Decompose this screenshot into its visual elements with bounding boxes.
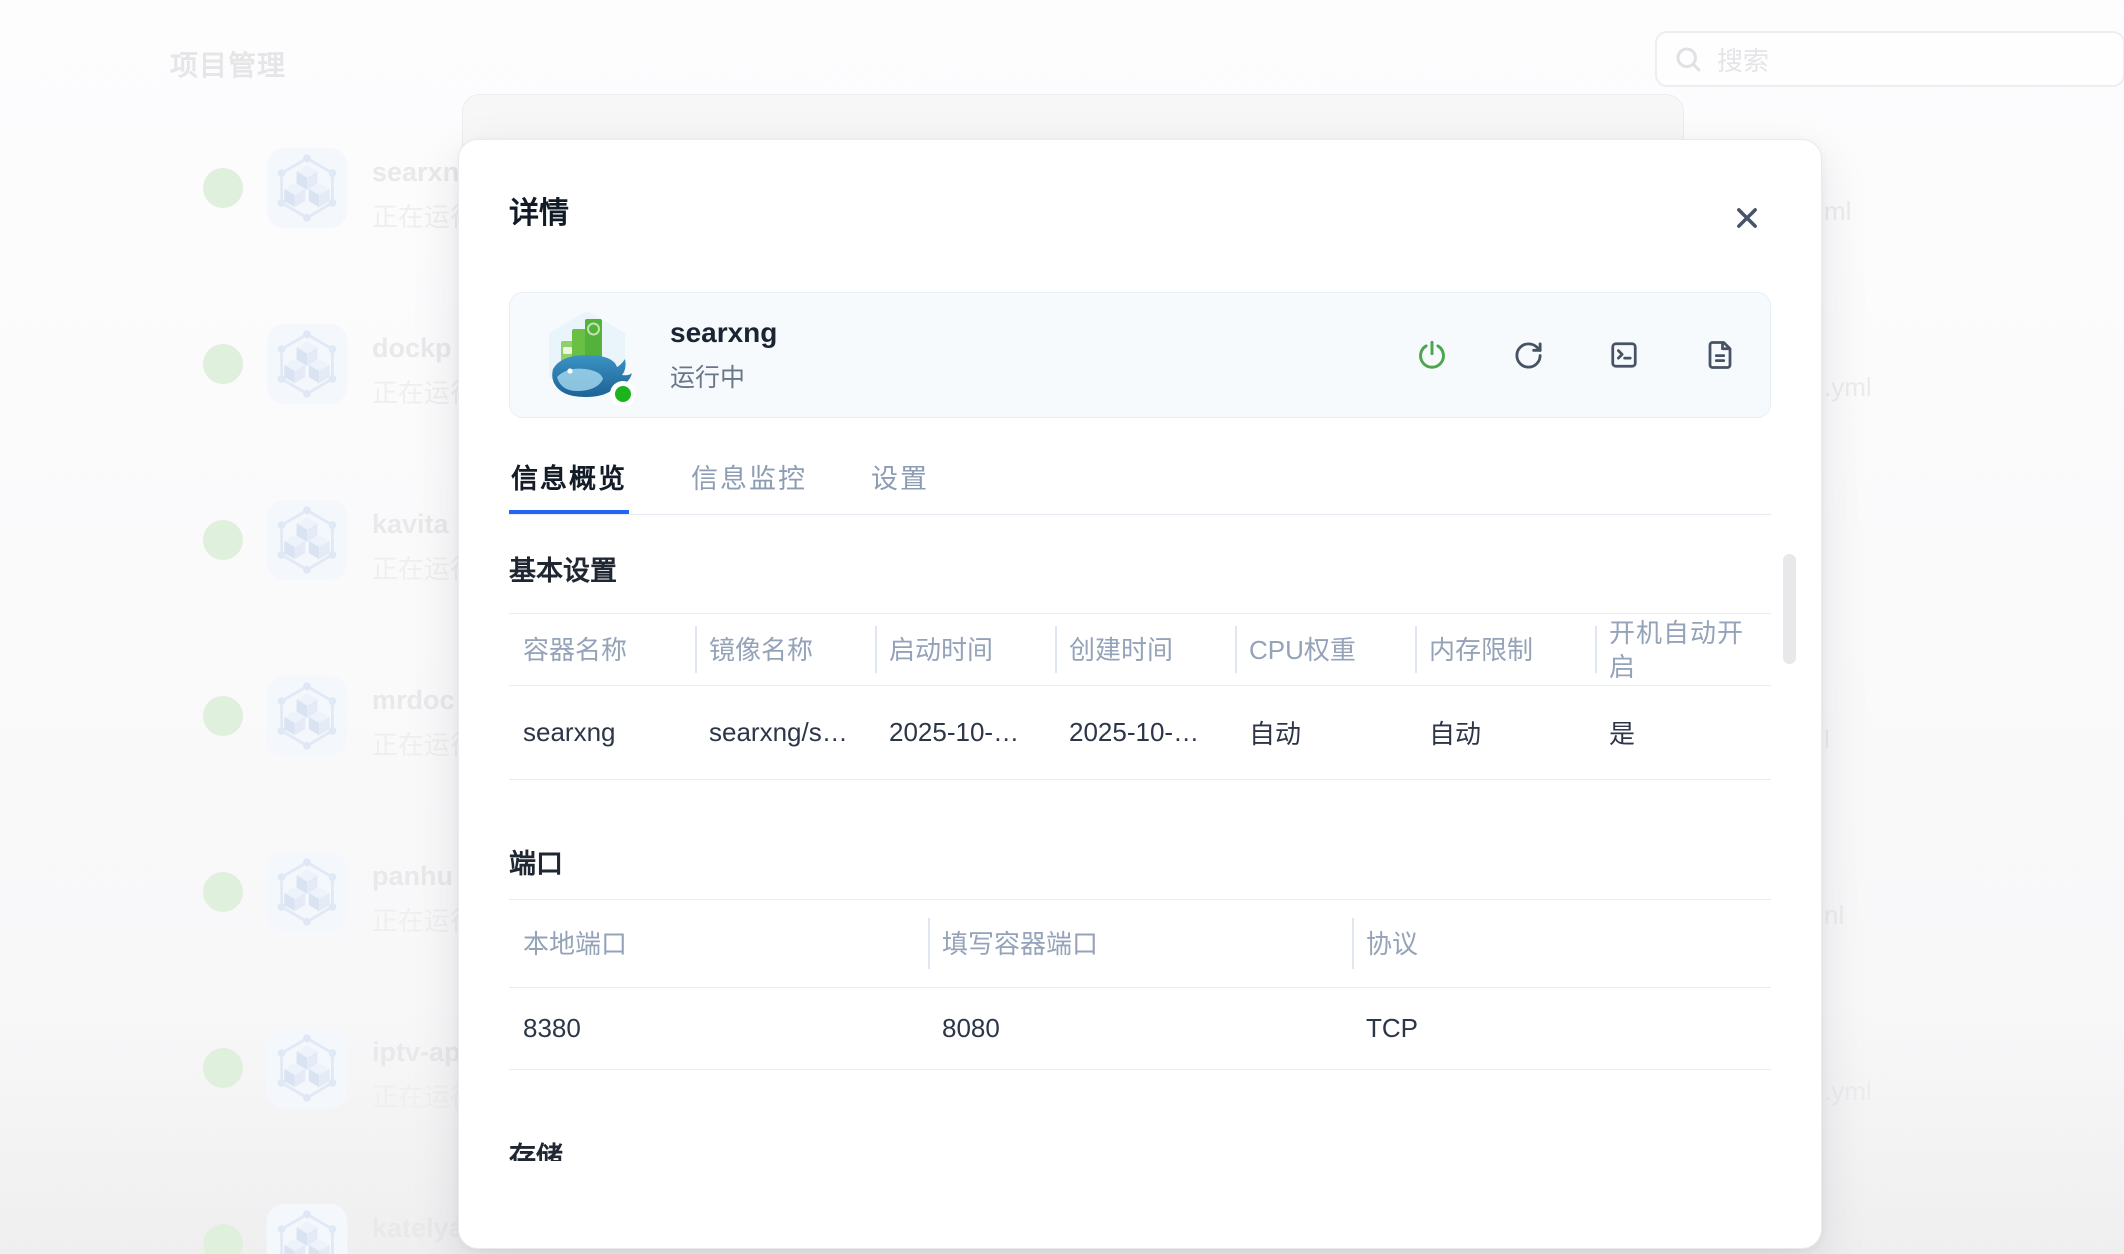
cell-container-port: 8080	[928, 988, 1352, 1069]
project-name: kavita	[372, 509, 449, 540]
col-create-time: 创建时间	[1055, 614, 1235, 685]
col-image-name: 镜像名称	[695, 614, 875, 685]
app-cube-icon	[265, 498, 349, 582]
status-dot	[203, 168, 243, 208]
project-name: searxn	[372, 157, 459, 188]
app-name: searxng	[670, 317, 777, 349]
cell-protocol: TCP	[1352, 988, 1771, 1069]
tab-info-monitoring[interactable]: 信息监控	[689, 465, 809, 514]
col-local-port: 本地端口	[509, 900, 928, 987]
document-icon	[1705, 340, 1735, 370]
ports-table-header: 本地端口 填写容器端口 协议	[509, 900, 1771, 988]
cell-create-time: 2025-10-…	[1055, 686, 1235, 779]
status-dot	[203, 696, 243, 736]
col-protocol: 协议	[1352, 900, 1771, 987]
power-icon	[1416, 339, 1448, 371]
col-container-name: 容器名称	[509, 614, 695, 685]
app-icon	[538, 307, 636, 403]
compose-file-fragment: ml	[1824, 196, 1851, 227]
status-dot	[203, 872, 243, 912]
search-placeholder: 搜索	[1717, 41, 1769, 78]
cell-container-name: searxng	[509, 686, 695, 779]
section-title-ports: 端口	[509, 850, 1771, 878]
tab-settings[interactable]: 设置	[869, 465, 931, 514]
modal-title: 详情	[509, 194, 1771, 234]
app-summary-card: searxng 运行中	[509, 292, 1771, 418]
project-name: dockp	[372, 333, 452, 364]
cell-auto-start: 是	[1595, 686, 1771, 779]
status-dot	[203, 344, 243, 384]
cell-local-port: 8380	[509, 988, 928, 1069]
compose-file-fragment: .yml	[1824, 1076, 1872, 1107]
section-title-basic-settings: 基本设置	[509, 557, 1771, 585]
power-button[interactable]	[1416, 339, 1448, 371]
app-status-text: 运行中	[670, 358, 777, 394]
status-dot	[203, 520, 243, 560]
compose-file-fragment: .yml	[1824, 372, 1872, 403]
app-cube-icon	[265, 146, 349, 230]
terminal-icon	[1609, 340, 1639, 370]
col-cpu-weight: CPU权重	[1235, 614, 1415, 685]
app-cube-icon	[265, 850, 349, 934]
tab-info-overview[interactable]: 信息概览	[509, 465, 629, 514]
cell-cpu-weight: 自动	[1235, 686, 1415, 779]
cell-start-time: 2025-10-…	[875, 686, 1055, 779]
logs-button[interactable]	[1704, 339, 1736, 371]
modal-scroll-area[interactable]: 基本设置 容器名称 镜像名称 启动时间 创建时间 CPU权重 内存限制 开机自动…	[509, 515, 1771, 1161]
ports-table-row: 8380 8080 TCP	[509, 988, 1771, 1070]
col-memory-limit: 内存限制	[1415, 614, 1595, 685]
close-button[interactable]	[1727, 198, 1767, 238]
col-start-time: 启动时间	[875, 614, 1055, 685]
project-name: mrdoc	[372, 685, 455, 716]
app-cube-icon	[265, 674, 349, 758]
project-name: panhu	[372, 861, 453, 892]
restart-button[interactable]	[1512, 339, 1544, 371]
search-input[interactable]: 搜索	[1655, 31, 2124, 87]
project-name: katelya	[372, 1213, 464, 1244]
col-container-port: 填写容器端口	[928, 900, 1352, 987]
close-icon	[1733, 204, 1761, 232]
cell-image-name: searxng/s…	[695, 686, 875, 779]
compose-file-fragment: l	[1824, 724, 1830, 755]
basic-table-row: searxng searxng/s… 2025-10-… 2025-10-… 自…	[509, 686, 1771, 780]
app-cube-icon	[265, 322, 349, 406]
search-icon	[1673, 44, 1703, 74]
section-title-storage: 存储	[509, 1143, 1771, 1161]
page-title: 项目管理	[170, 44, 286, 84]
status-dot	[203, 1048, 243, 1088]
running-status-dot	[610, 381, 636, 407]
terminal-button[interactable]	[1608, 339, 1640, 371]
cell-memory-limit: 自动	[1415, 686, 1595, 779]
basic-table-header: 容器名称 镜像名称 启动时间 创建时间 CPU权重 内存限制 开机自动开启	[509, 614, 1771, 686]
app-cube-icon	[265, 1202, 349, 1254]
details-modal: 详情 searxng 运行中 信息概览 信息	[458, 139, 1822, 1249]
status-dot	[203, 1224, 243, 1254]
tab-bar: 信息概览 信息监控 设置	[509, 465, 1771, 515]
project-name: iptv-ap	[372, 1037, 461, 1068]
col-auto-start: 开机自动开启	[1595, 614, 1771, 685]
refresh-icon	[1513, 340, 1544, 371]
compose-file-fragment: nl	[1824, 900, 1844, 931]
scrollbar-thumb[interactable]	[1783, 554, 1796, 664]
app-cube-icon	[265, 1026, 349, 1110]
